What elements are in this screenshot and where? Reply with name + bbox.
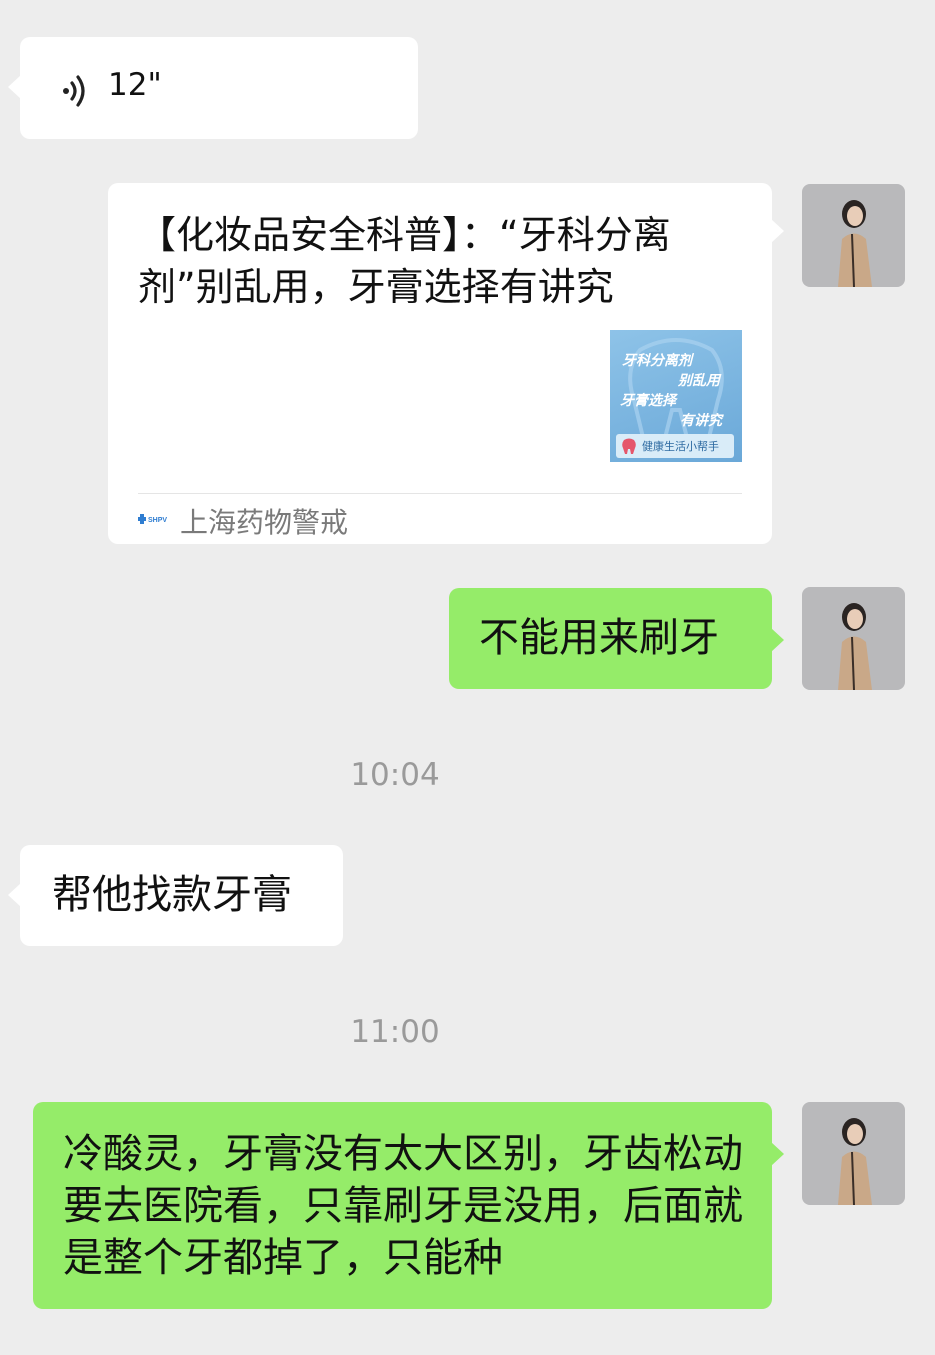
thumbnail-band: 健康生活小帮手 [616,434,734,458]
message-text: 不能用来刷牙 [479,615,719,661]
svg-text:SHPV: SHPV [148,517,167,524]
avatar[interactable] [802,587,905,690]
timestamp: 11:00 [350,1014,440,1050]
shpv-logo-icon: SHPV [138,509,170,533]
thumbnail-text: 牙膏选择 [620,393,676,409]
link-card-source: 上海药物警戒 [180,506,349,539]
voice-message-bubble[interactable]: 12" [8,37,418,139]
avatar[interactable] [802,184,905,287]
thumbnail-text: 别乱用 [678,373,720,389]
sent-message-bubble[interactable]: 冷酸灵，牙膏没有太大区别，牙齿松动要去医院看，只靠刷牙是没用，后面就是整个牙都掉… [33,1102,784,1309]
thumbnail-text: 有讲究 [680,413,722,429]
timestamp: 10:04 [350,757,440,793]
link-card-title: 【化妆品安全科普】：“牙科分离剂”别乱用，牙膏选择有讲究 [138,213,671,309]
tooth-icon [622,438,636,454]
message-text: 帮他找款牙膏 [52,872,292,918]
voice-wave-icon [58,73,94,113]
avatar[interactable] [802,1102,905,1205]
link-card-divider [138,493,742,494]
message-text: 冷酸灵，牙膏没有太大区别，牙齿松动要去医院看，只靠刷牙是没用，后面就是整个牙都掉… [63,1131,743,1281]
thumbnail-text: 牙科分离剂 [622,353,692,369]
thumbnail-band-text: 健康生活小帮手 [642,440,719,453]
received-message-bubble[interactable]: 帮他找款牙膏 [8,845,343,946]
link-card-thumbnail: 牙科分离剂 别乱用 牙膏选择 有讲究 健康生活小帮手 [610,330,742,462]
link-card-message[interactable]: 【化妆品安全科普】：“牙科分离剂”别乱用，牙膏选择有讲究 牙科分离剂 别乱用 牙… [108,183,784,544]
voice-duration: 12" [108,67,162,103]
sent-message-bubble[interactable]: 不能用来刷牙 [449,588,784,689]
